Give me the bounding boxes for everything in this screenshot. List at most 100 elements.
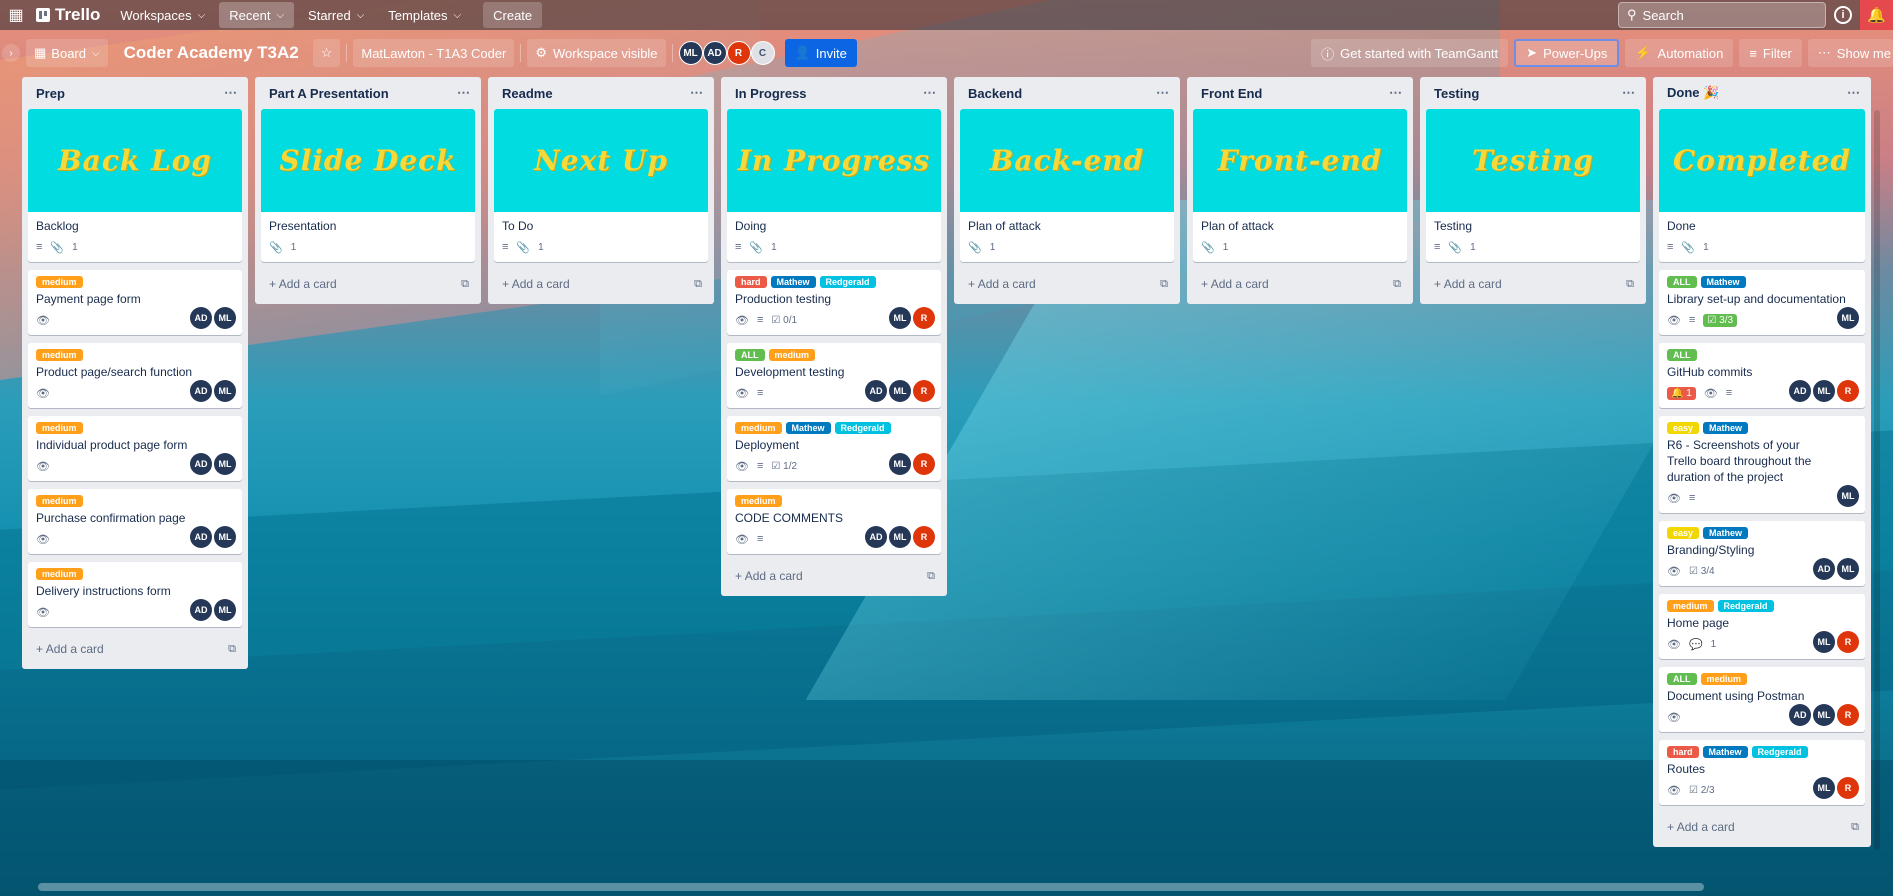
avatar[interactable]: R [1837, 777, 1859, 799]
list-title[interactable]: Done 🎉 [1667, 85, 1719, 101]
avatar[interactable]: R [1837, 380, 1859, 402]
search-input[interactable]: ⚲ Search [1618, 2, 1826, 28]
template-icon[interactable]: ⧉ [1160, 278, 1168, 291]
avatar[interactable]: ML [1813, 777, 1835, 799]
list-title[interactable]: Prep [36, 86, 65, 101]
more-icon[interactable]: ⋯ [923, 85, 937, 101]
add-card-button[interactable]: + Add a card ⧉ [28, 635, 242, 663]
list-item[interactable]: medium Purchase confirmation page 👁 AD ML [28, 489, 242, 554]
avatar[interactable]: R [1837, 704, 1859, 726]
template-icon[interactable]: ⧉ [1851, 821, 1859, 834]
more-icon[interactable]: ⋯ [224, 85, 238, 101]
list-item[interactable]: easy Mathew R6 - Screenshots of your Trell… [1659, 416, 1865, 513]
avatar[interactable]: R [913, 380, 935, 402]
template-icon[interactable]: ⧉ [1626, 278, 1634, 291]
avatar[interactable]: ML [1837, 485, 1859, 507]
cover-card[interactable]: Completed Done ≡ 📎 1 [1659, 109, 1865, 262]
template-icon[interactable]: ⧉ [1393, 278, 1401, 291]
avatar[interactable]: ML [1813, 631, 1835, 653]
list-item[interactable]: hard Mathew Redgerald Production testing 👁 ≡ ☑… [727, 270, 941, 335]
avatar[interactable]: AD [865, 380, 887, 402]
info-icon[interactable]: i [1834, 6, 1852, 24]
templates-menu[interactable]: Templates ⌵ [378, 2, 471, 28]
avatar[interactable]: ML [889, 307, 911, 329]
add-card-button[interactable]: + Add a card ⧉ [1659, 813, 1865, 841]
cover-card[interactable]: Slide Deck Presentation 📎 1 [261, 109, 475, 262]
template-icon[interactable]: ⧉ [927, 570, 935, 583]
list-item[interactable]: medium CODE COMMENTS 👁 ≡ AD ML R [727, 489, 941, 554]
avatar[interactable]: ML [214, 307, 236, 329]
list-title[interactable]: Readme [502, 86, 553, 101]
list-item[interactable]: medium Product page/search function 👁 AD ML [28, 343, 242, 408]
avatar[interactable]: ML [1837, 307, 1859, 329]
starred-menu[interactable]: Starred ⌵ [298, 2, 374, 28]
template-icon[interactable]: ⧉ [461, 278, 469, 291]
avatar[interactable]: ML [214, 380, 236, 402]
list-item[interactable]: medium Redgerald Home page 👁 💬 1 ML R [1659, 594, 1865, 659]
avatar[interactable]: AD [1789, 704, 1811, 726]
filter-button[interactable]: ≡ Filter [1739, 39, 1802, 67]
add-card-button[interactable]: + Add a card ⧉ [261, 270, 475, 298]
cover-card[interactable]: Back Log Backlog ≡ 📎 1 [28, 109, 242, 262]
list-item[interactable]: medium Payment page form 👁 AD ML [28, 270, 242, 335]
sidebar-expand-icon[interactable]: › [2, 44, 20, 62]
list-item[interactable]: easy Mathew Branding/Styling 👁 ☑ 3/4 AD ML [1659, 521, 1865, 586]
notifications-bell-icon[interactable]: 🔔 [1860, 0, 1893, 30]
avatar[interactable]: AD [1813, 558, 1835, 580]
avatar[interactable]: AD [190, 307, 212, 329]
avatar[interactable]: R [913, 307, 935, 329]
list-title[interactable]: Front End [1201, 86, 1262, 101]
more-icon[interactable]: ⋯ [1622, 85, 1636, 101]
list-item[interactable]: ALL medium Development testing 👁 ≡ AD ML R [727, 343, 941, 408]
list-title[interactable]: In Progress [735, 86, 807, 101]
add-card-button[interactable]: + Add a card ⧉ [494, 270, 708, 298]
horizontal-scrollbar[interactable] [38, 883, 1704, 891]
list-title[interactable]: Testing [1434, 86, 1479, 101]
more-icon[interactable]: ⋯ [1389, 85, 1403, 101]
avatar[interactable]: R [913, 526, 935, 548]
avatar[interactable]: AD [190, 526, 212, 548]
avatar[interactable]: ML [1813, 704, 1835, 726]
avatar[interactable]: AD [702, 41, 727, 65]
avatar[interactable]: AD [190, 599, 212, 621]
workspace-button[interactable]: MatLawton - T1A3 Coder [353, 39, 515, 67]
list-item[interactable]: ALL Mathew Library set-up and documentatio… [1659, 270, 1865, 335]
list-item[interactable]: medium Delivery instructions form 👁 AD ML [28, 562, 242, 627]
trello-logo[interactable]: Trello [36, 5, 100, 25]
avatar[interactable]: ML [889, 453, 911, 475]
avatar[interactable]: ML [678, 41, 703, 65]
avatar[interactable]: R [913, 453, 935, 475]
avatar[interactable]: ML [889, 380, 911, 402]
list-item[interactable]: medium Mathew Redgerald Deployment 👁 ≡ ☑ 1/2 ML… [727, 416, 941, 481]
avatar[interactable]: AD [865, 526, 887, 548]
avatar[interactable]: ML [214, 526, 236, 548]
more-icon[interactable]: ⋯ [457, 85, 471, 101]
cover-card[interactable]: In Progress Doing ≡ 📎 1 [727, 109, 941, 262]
invite-button[interactable]: 👤 Invite [784, 39, 857, 67]
board-view-switcher[interactable]: ▦ Board ⌵ [26, 39, 108, 67]
list-scrollbar[interactable] [1874, 110, 1880, 850]
avatar[interactable]: AD [1789, 380, 1811, 402]
more-icon[interactable]: ⋯ [1156, 85, 1170, 101]
show-menu-button[interactable]: ⋯ Show me [1807, 39, 1893, 67]
add-card-button[interactable]: + Add a card ⧉ [1426, 270, 1640, 298]
list-item[interactable]: hard Mathew Redgerald Routes 👁 ☑ 2/3 ML R [1659, 740, 1865, 805]
avatar[interactable]: ML [1837, 558, 1859, 580]
list-title[interactable]: Backend [968, 86, 1022, 101]
add-card-button[interactable]: + Add a card ⧉ [727, 562, 941, 590]
avatar[interactable]: AD [190, 380, 212, 402]
template-icon[interactable]: ⧉ [694, 278, 702, 291]
avatar[interactable]: ML [214, 599, 236, 621]
recent-menu[interactable]: Recent ⌵ [219, 2, 295, 28]
avatar[interactable]: ML [1813, 380, 1835, 402]
automation-button[interactable]: ⚡ Automation [1625, 39, 1734, 67]
teamgantt-button[interactable]: ⓘ Get started with TeamGantt [1311, 39, 1509, 67]
avatar[interactable]: R [1837, 631, 1859, 653]
avatar[interactable]: ML [214, 453, 236, 475]
cover-card[interactable]: Back-end Plan of attack 📎 1 [960, 109, 1174, 262]
list-item[interactable]: medium Individual product page form 👁 AD ML [28, 416, 242, 481]
list-title[interactable]: Part A Presentation [269, 86, 389, 101]
star-icon[interactable]: ☆ [312, 39, 341, 67]
avatar[interactable]: C [750, 41, 775, 65]
board-title[interactable]: Coder Academy T3A2 [114, 43, 309, 63]
